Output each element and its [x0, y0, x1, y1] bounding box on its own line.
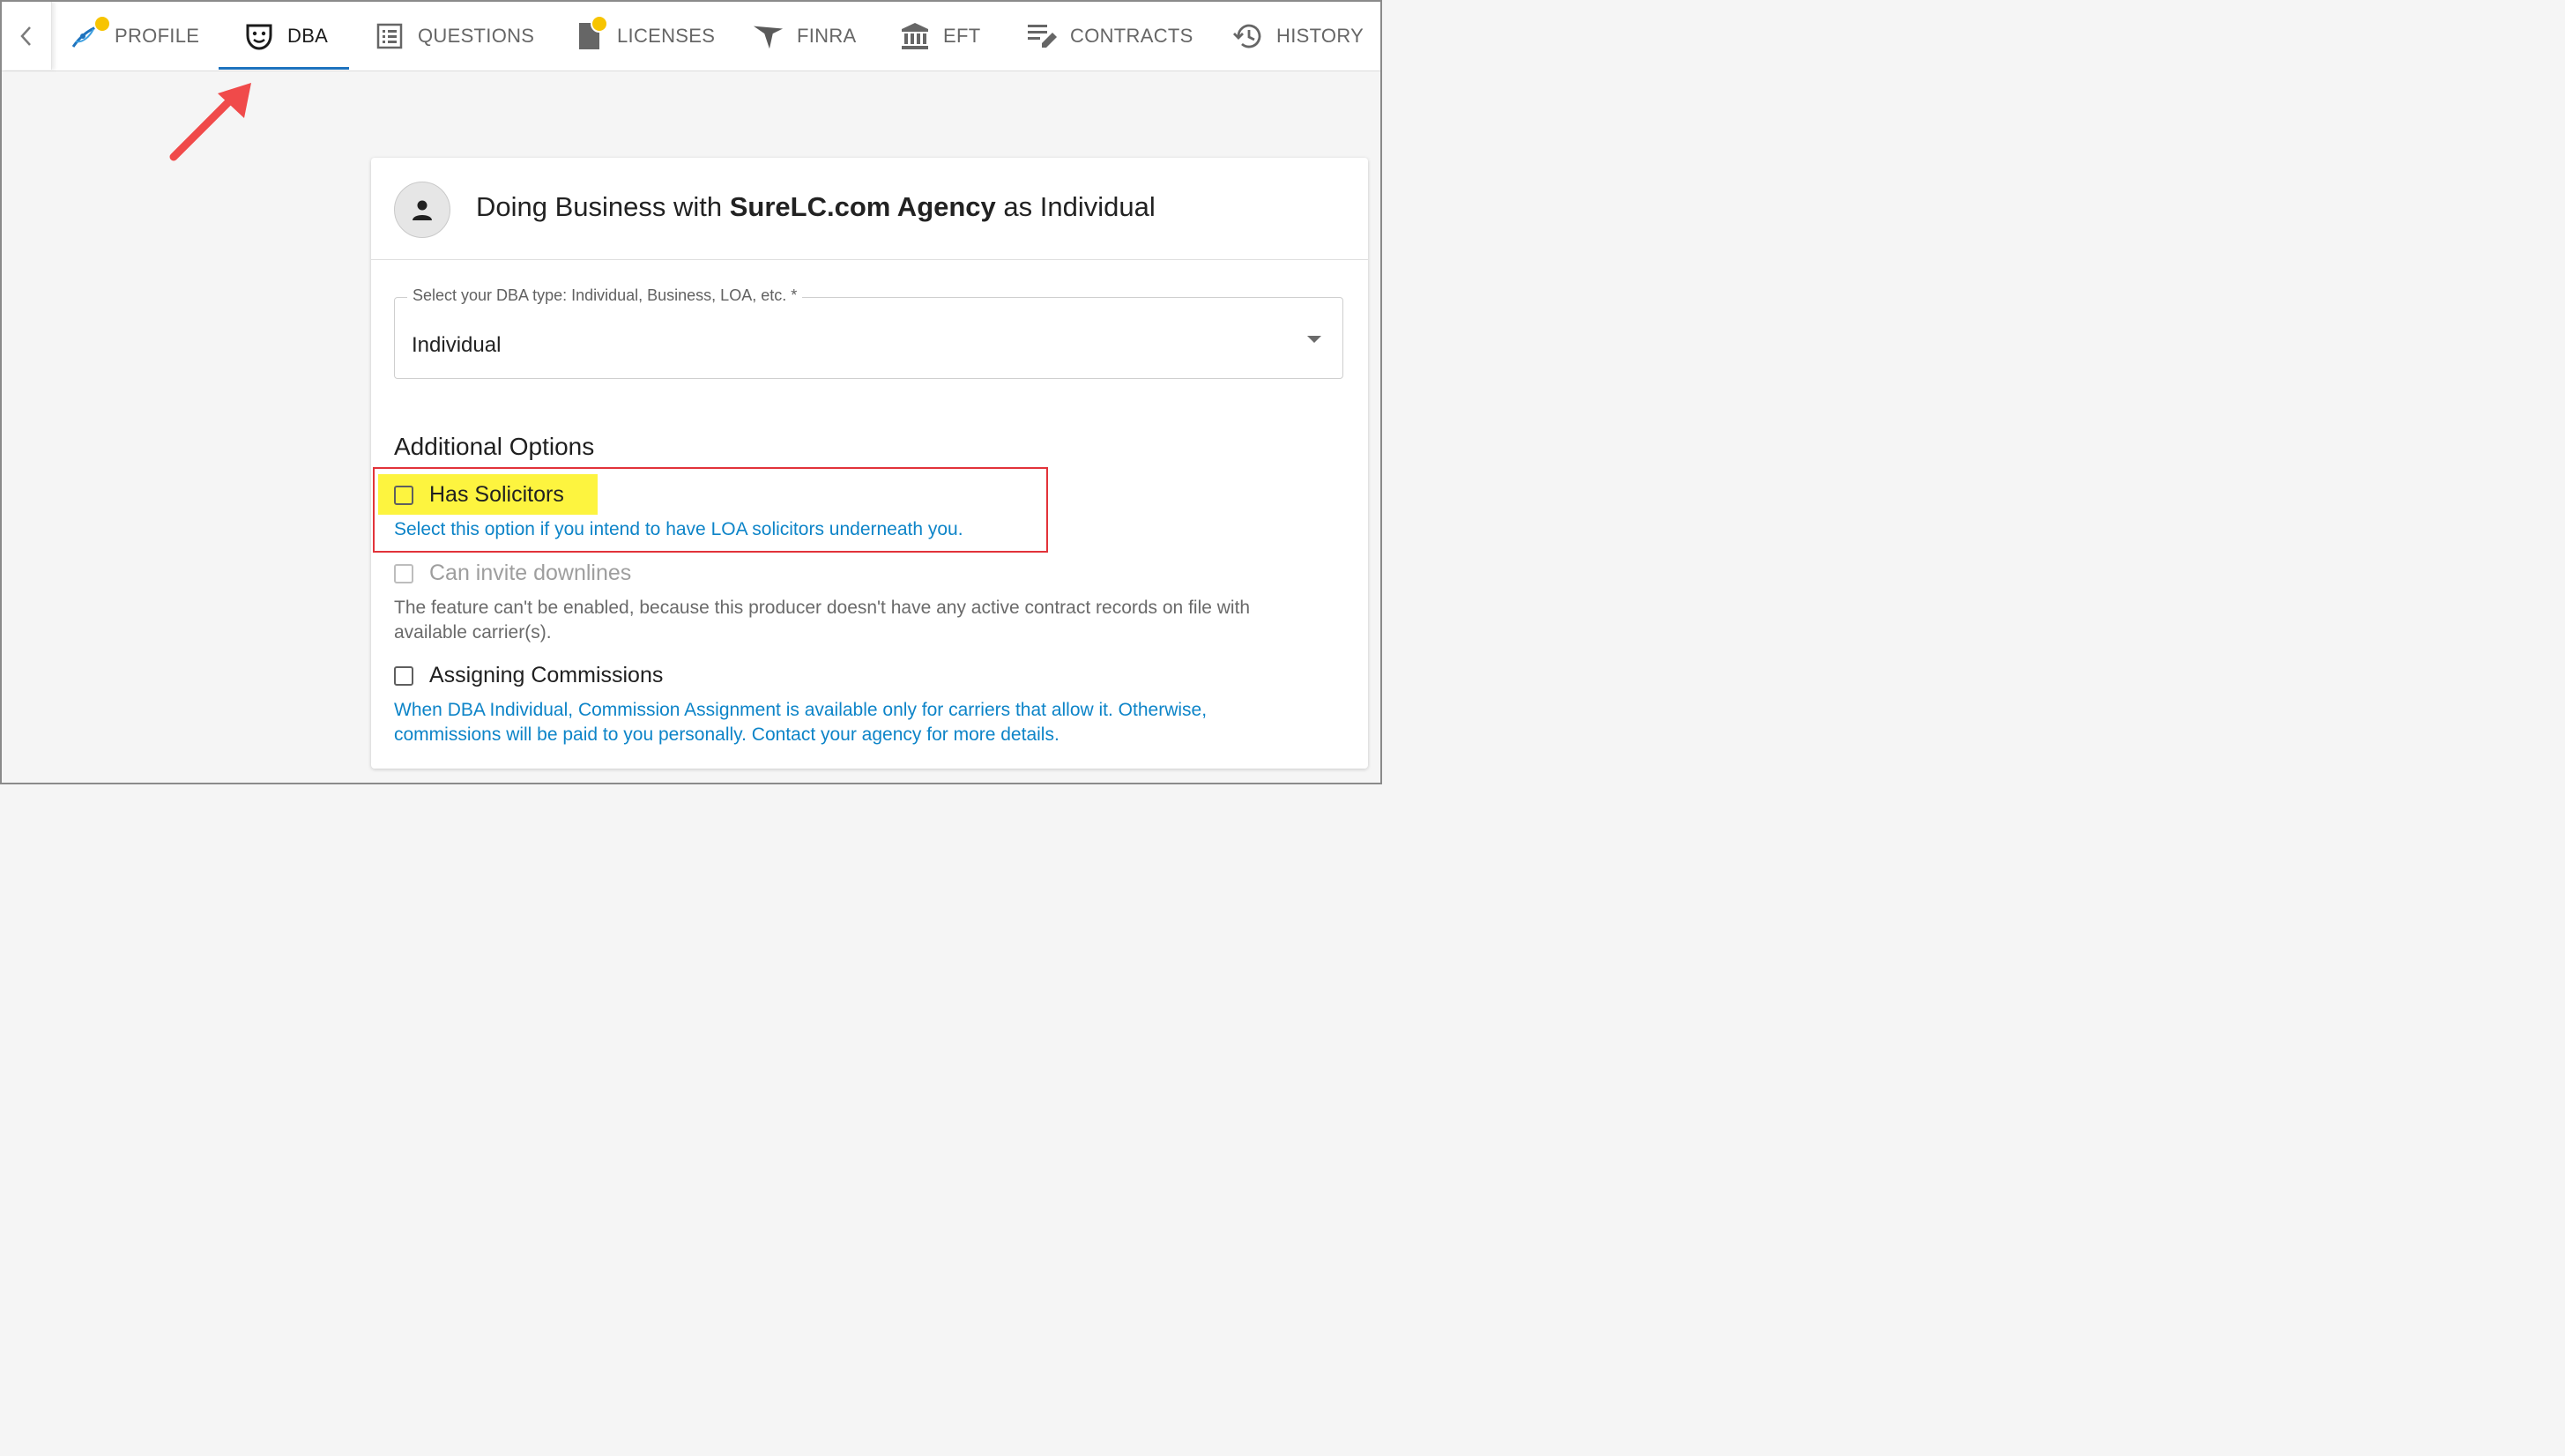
tab-profile[interactable]: PROFILE — [71, 2, 199, 70]
agency-name: SureLC.com Agency — [729, 191, 996, 222]
dba-card: Doing Business with SureLC.com Agency as… — [371, 158, 1368, 769]
tab-label: HISTORY — [1276, 24, 1364, 47]
title-suffix: as Individual — [995, 191, 1156, 222]
title-prefix: Doing Business with — [476, 191, 730, 222]
tab-label: CONTRACTS — [1070, 24, 1193, 47]
back-button[interactable] — [2, 2, 52, 70]
bank-icon — [899, 20, 931, 52]
tab-label: DBA — [287, 24, 329, 47]
tab-contracts[interactable]: CONTRACTS — [1026, 2, 1193, 70]
card-header: Doing Business with SureLC.com Agency as… — [371, 158, 1368, 260]
tab-history[interactable]: HISTORY — [1232, 2, 1364, 70]
list-document-icon — [374, 20, 405, 52]
tab-questions[interactable]: QUESTIONS — [374, 2, 534, 70]
hint-line: When DBA Individual, Commission Assignme… — [394, 700, 1208, 720]
finra-arrow-icon — [753, 20, 784, 52]
dba-type-label: Select your DBA type: Individual, Busine… — [407, 286, 803, 305]
option-label: Assigning Commissions — [429, 663, 664, 687]
tab-label: FINRA — [797, 24, 857, 47]
annotation-red-box — [373, 467, 1048, 553]
dropdown-caret-icon[interactable] — [1307, 336, 1321, 343]
tab-label: QUESTIONS — [418, 24, 535, 47]
can-invite-downlines-hint: The feature can't be enabled, because th… — [394, 596, 1250, 645]
license-document-icon — [573, 14, 608, 52]
tab-label: LICENSES — [617, 24, 716, 47]
page-title: Doing Business with SureLC.com Agency as… — [476, 191, 1156, 223]
tab-bar: PROFILE DBA QUESTIONS LICENSES FINRA EFT — [0, 0, 1382, 71]
assigning-commissions-option[interactable]: Assigning Commissions — [394, 663, 663, 688]
assigning-commissions-checkbox[interactable] — [394, 665, 413, 686]
hint-line: commissions will be paid to you personal… — [394, 724, 1059, 745]
chevron-left-icon — [20, 26, 31, 46]
theater-mask-icon — [243, 20, 275, 52]
assigning-commissions-hint: When DBA Individual, Commission Assignme… — [394, 698, 1207, 747]
section-title: Additional Options — [394, 433, 595, 460]
hint-line: The feature can't be enabled, because th… — [394, 598, 1251, 618]
history-clock-icon — [1232, 20, 1264, 52]
avatar — [394, 182, 450, 238]
option-label: Can invite downlines — [429, 561, 632, 585]
can-invite-downlines-option: Can invite downlines — [394, 561, 631, 586]
hint-line: available carrier(s). — [394, 622, 552, 643]
notification-badge — [591, 14, 608, 33]
person-icon — [413, 200, 432, 220]
tab-licenses[interactable]: LICENSES — [573, 2, 715, 70]
notification-badge — [93, 14, 111, 33]
dba-type-select[interactable]: Select your DBA type: Individual, Busine… — [394, 286, 1343, 379]
tab-dba[interactable]: DBA — [243, 2, 328, 70]
can-invite-downlines-checkbox — [394, 563, 413, 583]
contract-edit-icon — [1026, 20, 1058, 52]
dba-type-value: Individual — [412, 333, 502, 357]
tab-eft[interactable]: EFT — [899, 2, 980, 70]
annotation-arrow — [169, 83, 251, 161]
profile-swoosh-icon — [71, 14, 111, 52]
active-tab-indicator — [219, 67, 349, 70]
tab-label: EFT — [943, 24, 981, 47]
tab-finra[interactable]: FINRA — [753, 2, 857, 70]
tab-label: PROFILE — [115, 24, 200, 47]
